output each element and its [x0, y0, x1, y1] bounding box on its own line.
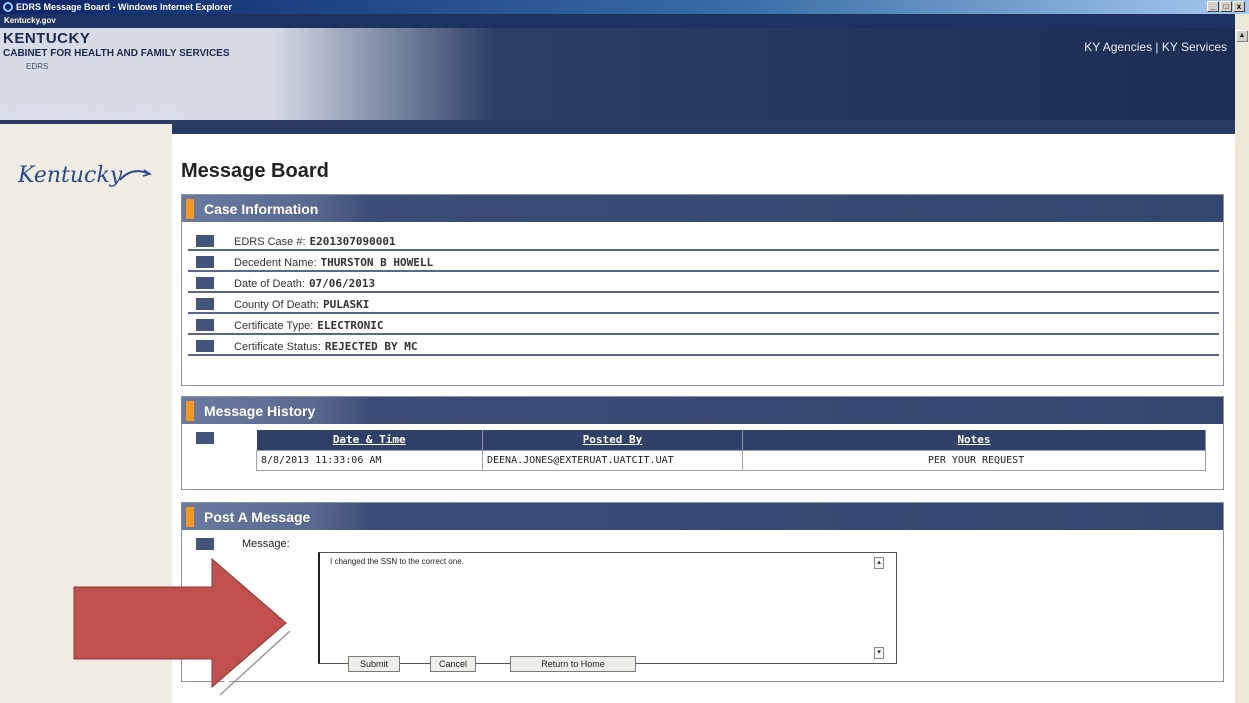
banner-topbar — [0, 14, 1235, 28]
section-title: Post A Message — [204, 509, 311, 525]
message-text: I changed the SSN to the correct one. — [330, 557, 464, 566]
case-information-panel: Case Information EDRS Case #: E2013070900… — [181, 194, 1224, 386]
window-titlebar: EDRS Message Board - Windows Internet Ex… — [0, 0, 1249, 14]
table-row: 8/8/2013 11:33:06 AM DEENA.JONES@EXTERUA… — [256, 449, 1206, 471]
orange-marker — [186, 401, 194, 421]
section-title: Message History — [204, 403, 316, 419]
info-label: Certificate Type: — [234, 320, 314, 332]
cell-notes: PER YOUR REQUEST — [742, 449, 1206, 471]
textarea-scroll-up-icon[interactable]: ▴ — [874, 557, 884, 569]
info-field: EDRS Case #: E201307090001 — [234, 235, 396, 248]
submit-button[interactable]: Submit — [348, 656, 400, 672]
bullet-icon — [196, 298, 214, 310]
bullet-icon — [196, 538, 214, 550]
info-value: E201307090001 — [309, 235, 396, 248]
info-row: Date of Death: 07/06/2013 — [188, 272, 1219, 293]
section-header: Message History — [182, 397, 1223, 424]
post-message-panel: Post A Message Message: I changed the SS… — [181, 502, 1224, 682]
window-controls: _ □ x — [1207, 1, 1245, 12]
orange-marker — [186, 507, 194, 527]
info-field: Certificate Status: REJECTED BY MC — [234, 340, 418, 353]
cancel-button[interactable]: Cancel — [430, 656, 476, 672]
history-table: Date & Time Posted By Notes 8/8/2013 11:… — [256, 430, 1206, 471]
info-label: Decedent Name: — [234, 257, 317, 269]
info-row: Decedent Name: THURSTON B HOWELL — [188, 251, 1219, 272]
subnav-bar — [0, 120, 1235, 134]
message-history-panel: Message History Date & Time Posted By No… — [181, 396, 1224, 490]
info-field: Certificate Type: ELECTRONIC — [234, 319, 384, 332]
bullet-icon — [196, 256, 214, 268]
minimize-button[interactable]: _ — [1207, 1, 1219, 12]
bullet-icon — [196, 277, 214, 289]
about-chfs-link[interactable]: About CHFS — [2, 109, 47, 118]
section-title: Case Information — [204, 201, 319, 217]
return-home-button[interactable]: Return to Home — [510, 656, 636, 672]
column-header-date[interactable]: Date & Time — [256, 430, 483, 450]
ky-agencies-link[interactable]: KY Agencies — [1084, 40, 1152, 54]
message-textarea[interactable]: I changed the SSN to the correct one. ▴ … — [318, 552, 897, 664]
page-title: Message Board — [181, 160, 329, 182]
bullet-icon — [196, 340, 214, 352]
info-field: Date of Death: 07/06/2013 — [234, 277, 375, 290]
info-field: Decedent Name: THURSTON B HOWELL — [234, 256, 433, 269]
info-row: County Of Death: PULASKI — [188, 293, 1219, 314]
site-banner: Kentucky.gov KENTUCKY CABINET FOR HEALTH… — [0, 14, 1235, 134]
cabinet-title: CABINET FOR HEALTH AND FAMILY SERVICES — [3, 48, 230, 59]
textarea-scroll-down-icon[interactable]: ▾ — [874, 647, 884, 659]
post-body: Message: I changed the SSN to the correc… — [182, 530, 1223, 682]
info-label: Certificate Status: — [234, 341, 321, 353]
cell-date: 8/8/2013 11:33:06 AM — [256, 449, 483, 471]
info-label: Date of Death: — [234, 278, 305, 290]
page-scrollbar[interactable] — [1235, 14, 1249, 703]
info-value: REJECTED BY MC — [324, 340, 418, 353]
scroll-up-icon[interactable]: ▲ — [1236, 30, 1248, 42]
message-label: Message: — [242, 538, 290, 550]
info-field: County Of Death: PULASKI — [234, 298, 369, 311]
section-header: Post A Message — [182, 503, 1223, 530]
history-body: Date & Time Posted By Notes 8/8/2013 11:… — [182, 424, 1223, 488]
info-value: 07/06/2013 — [308, 277, 376, 290]
ky-services-link[interactable]: KY Services — [1162, 40, 1227, 54]
info-row: EDRS Case #: E201307090001 — [188, 230, 1219, 251]
info-value: PULASKI — [323, 298, 370, 311]
info-label: EDRS Case #: — [234, 236, 306, 248]
top-links: KY Agencies | KY Services — [1084, 40, 1227, 54]
bullet-icon — [196, 319, 214, 331]
info-label: County Of Death: — [234, 299, 319, 311]
close-button[interactable]: x — [1233, 1, 1245, 12]
orange-marker — [186, 199, 194, 219]
column-header-notes[interactable]: Notes — [742, 430, 1206, 450]
bullet-icon — [196, 235, 214, 247]
column-header-posted-by[interactable]: Posted By — [482, 430, 743, 450]
subnav-links: About CHFS | Contact Us | Forms and Docu… — [2, 109, 181, 118]
info-value: THURSTON B HOWELL — [320, 256, 434, 269]
info-row: Certificate Type: ELECTRONIC — [188, 314, 1219, 335]
table-header-row: Date & Time Posted By Notes — [256, 430, 1206, 450]
window-title: EDRS Message Board - Windows Internet Ex… — [16, 2, 232, 12]
info-row: Certificate Status: REJECTED BY MC — [188, 335, 1219, 356]
maximize-button[interactable]: □ — [1220, 1, 1232, 12]
bullet-icon — [196, 432, 214, 444]
section-header: Case Information — [182, 195, 1223, 222]
cell-posted-by: DEENA.JONES@EXTERUAT.UATCIT.UAT — [482, 449, 743, 471]
ie-icon — [3, 2, 13, 12]
contact-us-link[interactable]: Contact Us — [53, 109, 93, 118]
forms-documents-link[interactable]: Forms and Documents — [100, 109, 181, 118]
red-arrow-annotation — [73, 557, 290, 696]
app-subtitle: EDRS — [26, 62, 49, 71]
kentucky-logo: Kentucky — [18, 163, 123, 188]
logo-swoosh-icon — [119, 169, 152, 181]
state-title: KENTUCKY — [3, 30, 91, 47]
kygov-logo[interactable]: Kentucky.gov — [4, 16, 56, 25]
info-value: ELECTRONIC — [317, 319, 384, 332]
